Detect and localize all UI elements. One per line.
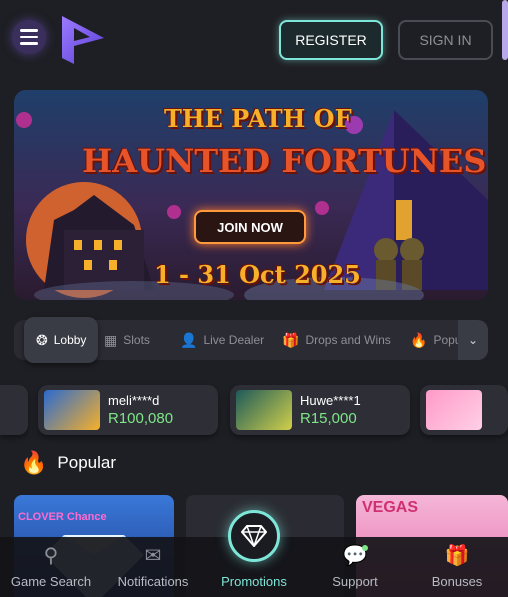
menu-line <box>20 29 38 32</box>
register-button[interactable]: REGISTER <box>279 20 383 60</box>
tab-label: Lobby <box>53 333 87 347</box>
section-heading: Popular <box>57 453 117 472</box>
popular-section-title: 🔥 Popular <box>20 450 116 476</box>
promotions-button[interactable] <box>228 510 280 562</box>
lobby-icon: ❂ <box>36 331 48 348</box>
join-now-button[interactable]: JOIN NOW <box>194 210 306 244</box>
search-icon: ⚲ <box>43 545 59 567</box>
nav-game-search[interactable]: ⚲ Game Search <box>8 537 94 597</box>
winner-card-partial[interactable] <box>420 385 508 435</box>
nav-label: Support <box>332 574 378 589</box>
header: REGISTER SIGN IN <box>0 0 508 80</box>
tab-label: Drops and Wins <box>305 333 391 347</box>
tab-slots[interactable]: ▦ Slots <box>104 320 150 360</box>
sign-in-button[interactable]: SIGN IN <box>398 20 493 60</box>
winner-amount: R15,000 <box>300 410 357 427</box>
live-dealer-icon: 👤 <box>180 331 198 348</box>
game-thumbnail <box>44 390 100 430</box>
nav-support[interactable]: 💬 Support <box>320 537 390 597</box>
tab-popular[interactable]: 🔥 Popu <box>410 320 461 360</box>
gift-icon: 🎁 <box>282 331 300 348</box>
nav-bonuses[interactable]: 🎁 Bonuses <box>424 537 490 597</box>
tab-label: Live Dealer <box>203 333 265 347</box>
game-logo-text: CLOVER Chance <box>18 511 107 523</box>
game-logo-text: VEGAS <box>362 499 419 516</box>
banner-title-line2: HAUNTED FORTUNES <box>82 142 487 180</box>
diamond-icon <box>241 525 267 547</box>
banner-dates: 1 - 31 Oct 2025 <box>154 260 361 289</box>
menu-button[interactable] <box>12 20 46 54</box>
winner-name: meli****d <box>108 393 160 408</box>
promo-banner[interactable]: THE PATH OF HAUNTED FORTUNES JOIN NOW 1 … <box>14 90 488 300</box>
chevron-down-icon[interactable]: ⌄ <box>458 320 488 360</box>
gift-icon: 🎁 <box>444 545 470 567</box>
slots-icon: ▦ <box>104 331 118 348</box>
winner-amount: R100,080 <box>108 410 174 427</box>
winner-card-partial[interactable] <box>0 385 28 435</box>
flame-icon: 🔥 <box>410 331 428 348</box>
winner-card[interactable]: meli****d R100,080 <box>38 385 218 435</box>
winner-card[interactable]: Huwe****1 R15,000 <box>230 385 410 435</box>
tab-lobby[interactable]: ❂ Lobby <box>24 317 99 363</box>
brand-logo[interactable] <box>60 14 106 66</box>
menu-line <box>20 35 38 39</box>
banner-title-line1: THE PATH OF <box>164 104 352 133</box>
flame-icon: 🔥 <box>20 450 48 475</box>
nav-label: Notifications <box>117 574 189 589</box>
winner-name: Huwe****1 <box>300 393 361 408</box>
mail-icon: ✉ <box>144 545 162 567</box>
tab-drops-and-wins[interactable]: 🎁 Drops and Wins <box>282 320 391 360</box>
tab-label: Slots <box>123 333 150 347</box>
game-thumbnail <box>236 390 292 430</box>
nav-label: Promotions <box>221 574 287 589</box>
tab-live-dealer[interactable]: 👤 Live Dealer <box>180 320 264 360</box>
game-thumbnail <box>426 390 482 430</box>
nav-label: Game Search <box>10 574 92 589</box>
online-indicator <box>362 545 368 551</box>
menu-line <box>20 42 38 45</box>
scrollbar[interactable] <box>502 0 508 60</box>
nav-label: Bonuses <box>431 574 483 589</box>
nav-notifications[interactable]: ✉ Notifications <box>108 537 198 597</box>
